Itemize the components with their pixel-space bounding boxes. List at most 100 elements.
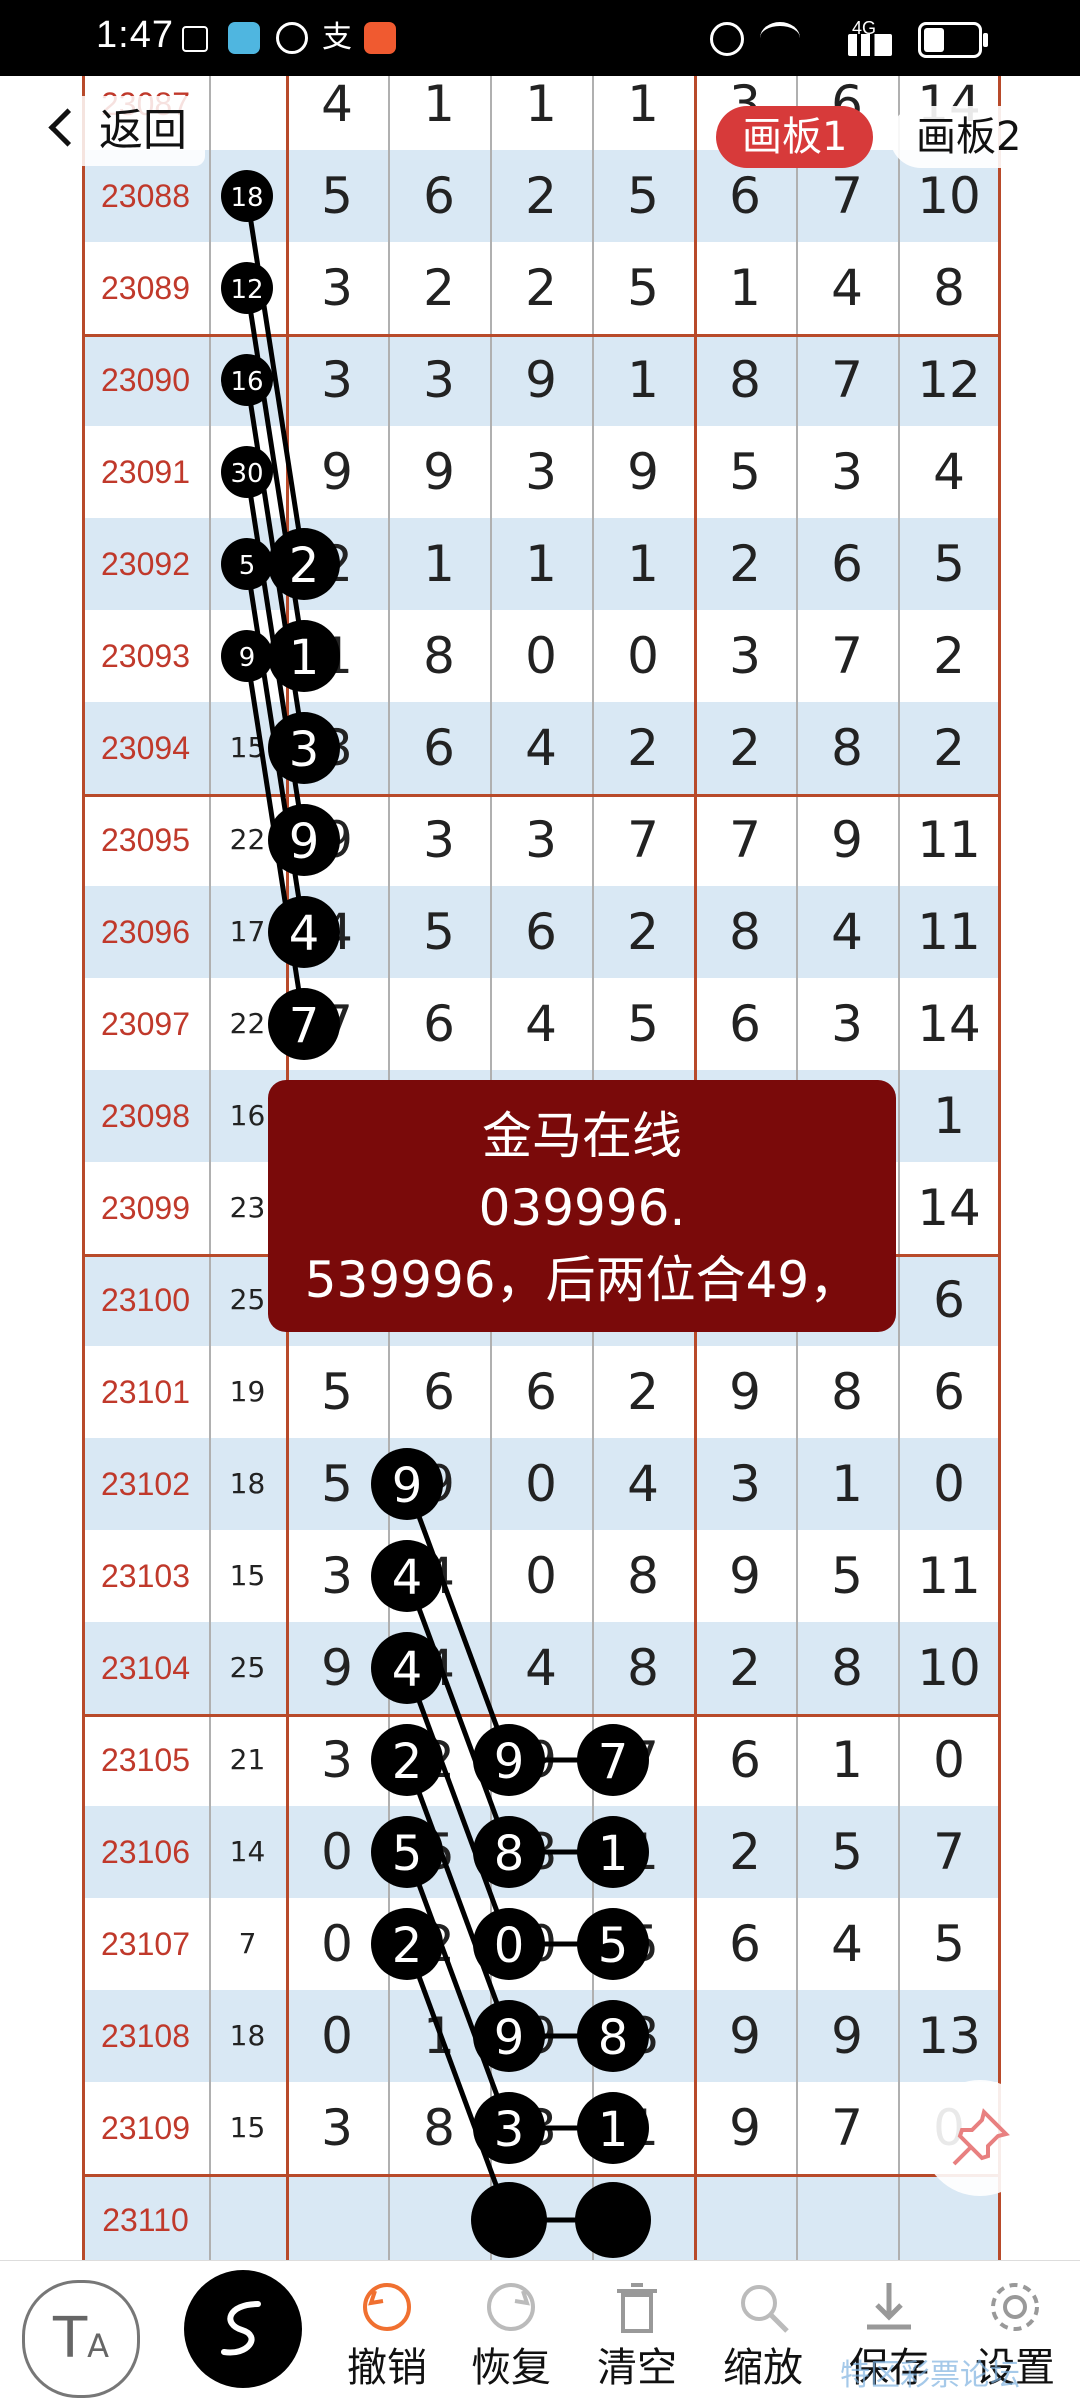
digit-cell[interactable]: 9: [490, 1990, 592, 2082]
digit-cell[interactable]: 4: [286, 886, 388, 978]
digit-cell[interactable]: 5: [592, 978, 694, 1070]
digit-cell[interactable]: [490, 2174, 592, 2260]
digit-cell[interactable]: 2: [592, 702, 694, 794]
digit-cell[interactable]: 8: [898, 242, 1000, 334]
digit-cell[interactable]: 9: [796, 794, 898, 886]
digit-cell[interactable]: 2: [898, 702, 1000, 794]
digit-cell[interactable]: 1: [592, 1806, 694, 1898]
digit-cell[interactable]: 7: [694, 794, 796, 886]
digit-cell[interactable]: 9: [286, 426, 388, 518]
digit-cell[interactable]: 6: [898, 1254, 1000, 1346]
digit-cell[interactable]: 8: [388, 2082, 490, 2174]
digit-cell[interactable]: 11: [898, 886, 1000, 978]
digit-cell[interactable]: 4: [490, 1622, 592, 1714]
tab-canvas-2[interactable]: 画板2: [890, 106, 1048, 168]
digit-cell[interactable]: 2: [388, 1898, 490, 1990]
digit-cell[interactable]: 5: [592, 242, 694, 334]
digit-cell[interactable]: 6: [490, 886, 592, 978]
zoom-button[interactable]: 缩放: [708, 2261, 818, 2401]
digit-cell[interactable]: 3: [490, 794, 592, 886]
digit-cell[interactable]: 5: [898, 518, 1000, 610]
digit-cell[interactable]: 9: [388, 1438, 490, 1530]
digit-cell[interactable]: 10: [898, 1622, 1000, 1714]
digit-cell[interactable]: 4: [490, 702, 592, 794]
digit-cell[interactable]: 9: [694, 1990, 796, 2082]
digit-cell[interactable]: 1: [694, 242, 796, 334]
digit-cell[interactable]: 6: [694, 1714, 796, 1806]
digit-cell[interactable]: 9: [388, 426, 490, 518]
digit-cell[interactable]: 4: [388, 1622, 490, 1714]
digit-cell[interactable]: 4: [592, 1438, 694, 1530]
digit-cell[interactable]: 0: [592, 610, 694, 702]
digit-cell[interactable]: 7: [796, 2082, 898, 2174]
digit-cell[interactable]: 9: [694, 2082, 796, 2174]
digit-cell[interactable]: 9: [490, 334, 592, 426]
digit-cell[interactable]: 6: [898, 1346, 1000, 1438]
digit-cell[interactable]: 2: [286, 518, 388, 610]
digit-cell[interactable]: 2: [898, 610, 1000, 702]
digit-cell[interactable]: 1: [592, 2082, 694, 2174]
digit-cell[interactable]: 3: [286, 2082, 388, 2174]
digit-cell[interactable]: 1: [388, 518, 490, 610]
digit-cell[interactable]: 5: [592, 1898, 694, 1990]
digit-cell[interactable]: 1: [796, 1438, 898, 1530]
digit-cell[interactable]: 0: [898, 1438, 1000, 1530]
digit-cell[interactable]: 2: [388, 1714, 490, 1806]
digit-cell[interactable]: 7: [898, 1806, 1000, 1898]
digit-cell[interactable]: [694, 2174, 796, 2260]
digit-cell[interactable]: 9: [592, 426, 694, 518]
digit-cell[interactable]: 3: [796, 978, 898, 1070]
digit-cell[interactable]: 3: [490, 426, 592, 518]
digit-cell[interactable]: 5: [898, 1898, 1000, 1990]
digit-cell[interactable]: 8: [796, 702, 898, 794]
digit-cell[interactable]: 6: [694, 978, 796, 1070]
digit-cell[interactable]: 0: [286, 1806, 388, 1898]
digit-cell[interactable]: 3: [286, 242, 388, 334]
digit-cell[interactable]: 5: [286, 1346, 388, 1438]
digit-cell[interactable]: 9: [490, 1714, 592, 1806]
digit-cell[interactable]: 1: [898, 1070, 1000, 1162]
digit-cell[interactable]: 2: [694, 1622, 796, 1714]
digit-cell[interactable]: 2: [694, 702, 796, 794]
digit-cell[interactable]: 1: [388, 1990, 490, 2082]
digit-cell[interactable]: 6: [388, 702, 490, 794]
digit-cell[interactable]: [592, 2174, 694, 2260]
digit-cell[interactable]: 8: [592, 1990, 694, 2082]
digit-cell[interactable]: 0: [490, 610, 592, 702]
digit-cell[interactable]: 6: [388, 978, 490, 1070]
digit-cell[interactable]: 0: [490, 1898, 592, 1990]
digit-cell[interactable]: 9: [286, 794, 388, 886]
digit-cell[interactable]: 11: [898, 794, 1000, 886]
digit-cell[interactable]: 7: [592, 794, 694, 886]
digit-cell[interactable]: 5: [388, 1806, 490, 1898]
digit-cell[interactable]: 14: [898, 978, 1000, 1070]
tab-canvas-1[interactable]: 画板1: [716, 106, 874, 168]
undo-button[interactable]: 撤销: [332, 2261, 442, 2401]
digit-cell[interactable]: 9: [796, 1990, 898, 2082]
digit-cell[interactable]: 8: [388, 610, 490, 702]
digit-cell[interactable]: 6: [388, 1346, 490, 1438]
digit-cell[interactable]: 5: [694, 426, 796, 518]
digit-cell[interactable]: 0: [490, 1438, 592, 1530]
digit-cell[interactable]: 14: [898, 1162, 1000, 1254]
digit-cell[interactable]: 7: [796, 334, 898, 426]
digit-cell[interactable]: 3: [286, 1530, 388, 1622]
digit-cell[interactable]: 6: [796, 518, 898, 610]
digit-cell[interactable]: 3: [694, 610, 796, 702]
digit-cell[interactable]: 3: [286, 702, 388, 794]
digit-cell[interactable]: 4: [388, 1530, 490, 1622]
digit-cell[interactable]: 3: [388, 334, 490, 426]
digit-cell[interactable]: 0: [898, 1714, 1000, 1806]
digit-cell[interactable]: 0: [286, 1990, 388, 2082]
digit-cell[interactable]: 1: [286, 610, 388, 702]
digit-cell[interactable]: 6: [694, 1898, 796, 1990]
digit-cell[interactable]: 3: [286, 1714, 388, 1806]
digit-cell[interactable]: [388, 2174, 490, 2260]
digit-cell[interactable]: 11: [898, 1530, 1000, 1622]
digit-cell[interactable]: 0: [490, 1530, 592, 1622]
digit-cell[interactable]: 12: [898, 334, 1000, 426]
digit-cell[interactable]: 4: [796, 1898, 898, 1990]
digit-cell[interactable]: [286, 2174, 388, 2260]
digit-cell[interactable]: 9: [694, 1346, 796, 1438]
digit-cell[interactable]: 8: [694, 334, 796, 426]
